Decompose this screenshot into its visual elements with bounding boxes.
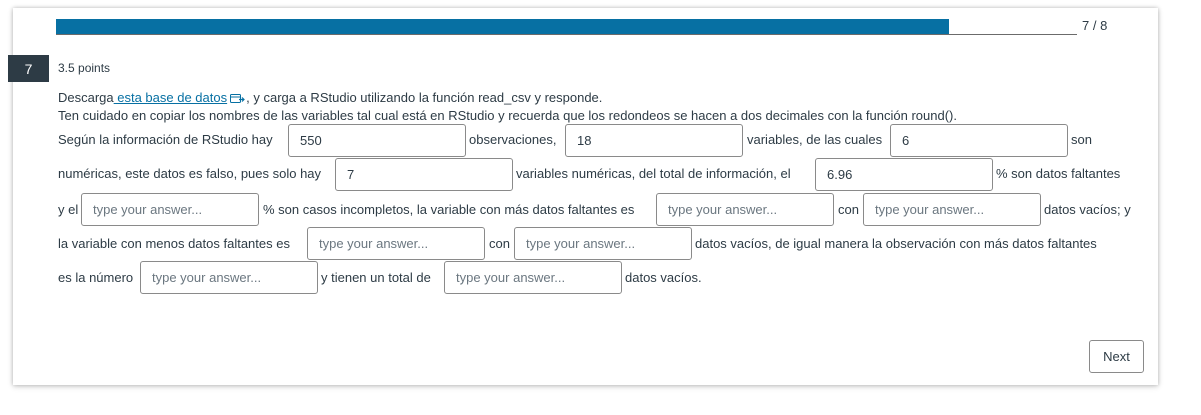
sentence-text: es la número: [58, 270, 134, 285]
answer-input-missing-percent[interactable]: [815, 158, 993, 191]
answer-input-observation-missing-total[interactable]: [444, 261, 622, 294]
intro-text-after: , y carga a RStudio utilizando la funció…: [246, 90, 603, 105]
progress-bar: [56, 19, 1077, 35]
question-points: 3.5 points: [58, 61, 111, 75]
answer-input-most-missing-variable[interactable]: [656, 193, 834, 226]
sentence-text: y el: [58, 202, 79, 217]
answer-input-most-missing-count[interactable]: [863, 193, 1041, 226]
sentence-text: con: [838, 202, 859, 217]
sentence-text: numéricas, este datos es falso, pues sol…: [58, 166, 322, 181]
question-number: 7: [8, 55, 49, 82]
sentence-text: variables, de las cuales: [747, 132, 883, 147]
answer-input-numeric-claimed[interactable]: [890, 124, 1068, 157]
sentence-text: la variable con menos datos faltantes es: [58, 236, 290, 251]
dataset-link[interactable]: esta base de datos: [114, 90, 227, 105]
sentence-text: datos vacíos.: [625, 270, 702, 285]
external-link-icon: [230, 92, 246, 107]
answer-input-incomplete-percent[interactable]: [81, 193, 259, 226]
answer-input-least-missing-count[interactable]: [514, 227, 692, 260]
sentence-text: variables numéricas, del total de inform…: [516, 166, 791, 181]
sentence-text: Según la información de RStudio hay: [58, 132, 273, 147]
sentence-text: % son casos incompletos, la variable con…: [263, 202, 635, 217]
answer-input-observation-number[interactable]: [140, 261, 318, 294]
progress-count: 7 / 8: [1082, 18, 1108, 33]
question-intro: Descarga esta base de datos , y carga a R…: [58, 90, 602, 107]
sentence-text: y tienen un total de: [321, 270, 431, 285]
question-instructions: Ten cuidado en copiar los nombres de las…: [58, 108, 957, 123]
answer-input-observations[interactable]: [288, 124, 466, 157]
answer-input-variables[interactable]: [565, 124, 743, 157]
answer-input-numeric-actual[interactable]: [335, 158, 513, 191]
sentence-text: observaciones,: [469, 132, 557, 147]
answer-input-least-missing-variable[interactable]: [307, 227, 485, 260]
sentence-text: % son datos faltantes: [996, 166, 1121, 181]
next-button[interactable]: Next: [1089, 340, 1144, 373]
sentence-text: datos vacíos, de igual manera la observa…: [695, 236, 1097, 251]
sentence-text: son: [1071, 132, 1092, 147]
progress-bar-fill: [56, 19, 950, 34]
sentence-text: con: [489, 236, 510, 251]
sentence-text: datos vacíos; y: [1044, 202, 1131, 217]
intro-text: Descarga: [58, 90, 114, 105]
